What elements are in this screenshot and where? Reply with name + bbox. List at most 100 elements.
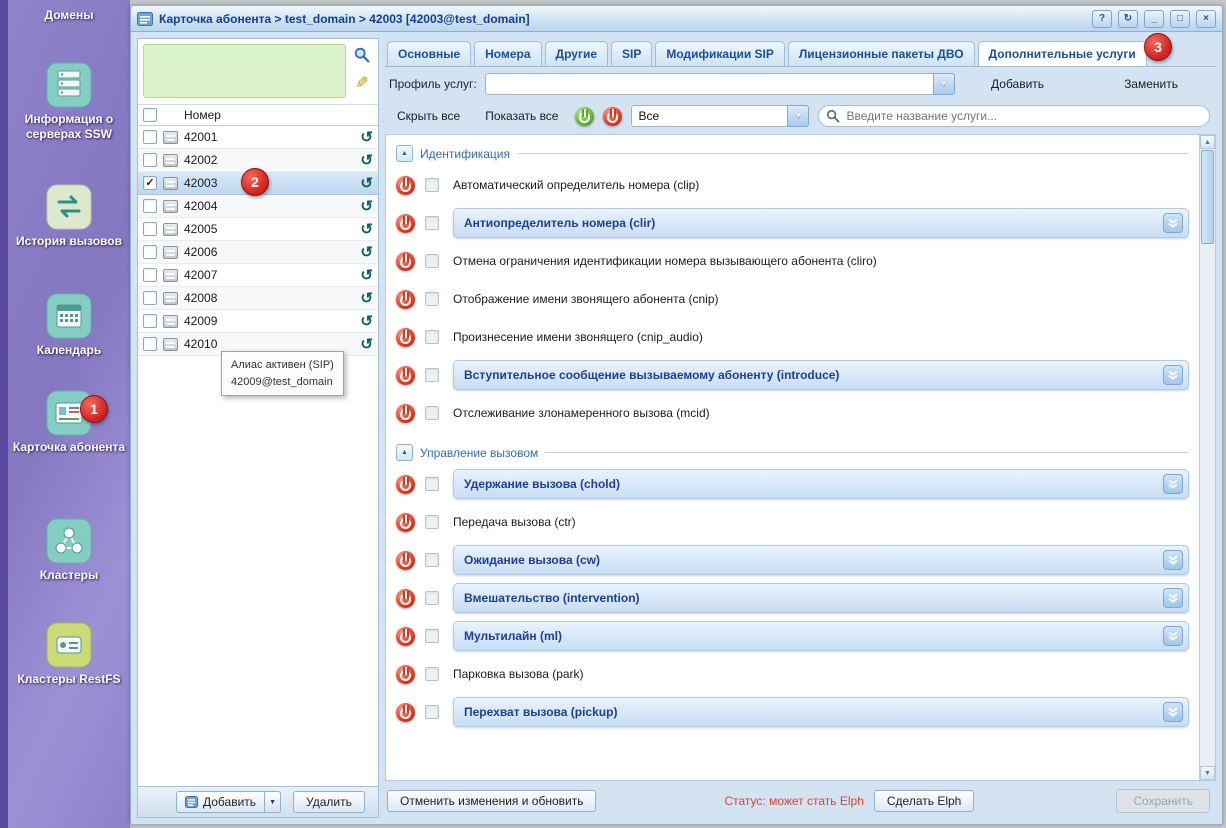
service-power-icon[interactable] xyxy=(396,475,415,494)
profile-replace-button[interactable]: Заменить xyxy=(1116,74,1186,94)
collapse-group-icon[interactable]: ▲ xyxy=(396,444,413,461)
service-checkbox[interactable] xyxy=(425,629,439,643)
profile-dropdown-arrow[interactable]: ▼ xyxy=(933,73,955,95)
minimize-button[interactable]: _ xyxy=(1144,10,1164,28)
cancel-refresh-button[interactable]: Отменить изменения и обновить xyxy=(387,790,596,812)
collapse-group-icon[interactable]: ▲ xyxy=(396,145,413,162)
service-checkbox[interactable] xyxy=(425,216,439,230)
show-all-button[interactable]: Показать все xyxy=(477,106,566,126)
service-checkbox[interactable] xyxy=(425,178,439,192)
service-panel[interactable]: Удержание вызова (chold) xyxy=(453,469,1189,499)
subscriber-row[interactable]: 42001 ↺ xyxy=(138,126,378,149)
sidebar-item-call-history[interactable]: История вызовов xyxy=(8,184,130,249)
scrollbar-thumb[interactable] xyxy=(1201,150,1214,244)
history-icon[interactable]: ↺ xyxy=(360,268,373,283)
service-power-icon[interactable] xyxy=(396,290,415,309)
service-checkbox[interactable] xyxy=(425,515,439,529)
hide-all-button[interactable]: Скрыть все xyxy=(389,106,468,126)
service-checkbox[interactable] xyxy=(425,254,439,268)
history-icon[interactable]: ↺ xyxy=(360,130,373,145)
expand-chevron-icon[interactable] xyxy=(1163,213,1183,233)
expand-chevron-icon[interactable] xyxy=(1163,702,1183,722)
profile-select-input[interactable] xyxy=(485,73,933,95)
row-checkbox[interactable] xyxy=(143,337,157,351)
service-panel[interactable]: Перехват вызова (pickup) xyxy=(453,697,1189,727)
service-panel[interactable]: Мультилайн (ml) xyxy=(453,621,1189,651)
service-checkbox[interactable] xyxy=(425,705,439,719)
services-scrollbar[interactable]: ▲ ▼ xyxy=(1200,134,1216,781)
service-power-icon[interactable] xyxy=(396,252,415,271)
add-dropdown-arrow[interactable]: ▼ xyxy=(265,791,281,813)
row-checkbox[interactable] xyxy=(143,268,157,282)
history-icon[interactable]: ↺ xyxy=(360,245,373,260)
sidebar-item-clusters[interactable]: Кластеры xyxy=(8,518,130,583)
tab-additional-services[interactable]: Дополнительные услуги xyxy=(978,41,1147,66)
subscriber-row[interactable]: 42005 ↺ xyxy=(138,218,378,241)
close-button[interactable]: × xyxy=(1196,10,1216,28)
service-checkbox[interactable] xyxy=(425,406,439,420)
tab-numbers[interactable]: Номера xyxy=(474,41,541,66)
services-filter-select[interactable]: Все ▼ xyxy=(631,105,809,127)
row-checkbox[interactable] xyxy=(143,291,157,305)
service-panel[interactable]: Вмешательство (intervention) xyxy=(453,583,1189,613)
service-power-icon[interactable] xyxy=(396,366,415,385)
row-checkbox[interactable] xyxy=(143,153,157,167)
subscriber-row[interactable]: 42009 ↺ xyxy=(138,310,378,333)
sidebar-item-ssw-servers[interactable]: Информация о серверах SSW xyxy=(8,62,130,142)
profile-add-button[interactable]: Добавить xyxy=(983,74,1052,94)
tab-other[interactable]: Другие xyxy=(545,41,608,66)
expand-chevron-icon[interactable] xyxy=(1163,365,1183,385)
help-button[interactable]: ? xyxy=(1092,10,1112,28)
service-power-icon[interactable] xyxy=(396,404,415,423)
row-checkbox[interactable] xyxy=(143,222,157,236)
sidebar-item-domains[interactable]: Домены xyxy=(8,8,130,23)
sidebar-item-calendar[interactable]: Календарь xyxy=(8,293,130,358)
service-panel[interactable]: Вступительное сообщение вызываемому абон… xyxy=(453,360,1189,390)
history-icon[interactable]: ↺ xyxy=(360,153,373,168)
sidebar-item-clusters-restfs[interactable]: Кластеры RestFS xyxy=(8,622,130,687)
tab-sip-modifications[interactable]: Модификации SIP xyxy=(655,41,785,66)
refresh-button[interactable]: ↻ xyxy=(1118,10,1138,28)
service-power-icon[interactable] xyxy=(396,589,415,608)
expand-chevron-icon[interactable] xyxy=(1163,550,1183,570)
service-power-icon[interactable] xyxy=(396,214,415,233)
subscriber-row[interactable]: 42004 ↺ xyxy=(138,195,378,218)
history-icon[interactable]: ↺ xyxy=(360,176,373,191)
service-power-icon[interactable] xyxy=(396,665,415,684)
enable-all-power-icon[interactable] xyxy=(575,107,594,126)
subscriber-row[interactable]: 42008 ↺ xyxy=(138,287,378,310)
service-search-input[interactable] xyxy=(818,105,1210,127)
select-all-checkbox[interactable] xyxy=(143,108,157,122)
row-checkbox[interactable] xyxy=(143,245,157,259)
row-checkbox[interactable] xyxy=(143,199,157,213)
tab-license-packages[interactable]: Лицензионные пакеты ДВО xyxy=(788,41,975,66)
disable-all-power-icon[interactable] xyxy=(603,107,622,126)
history-icon[interactable]: ↺ xyxy=(360,199,373,214)
service-power-icon[interactable] xyxy=(396,551,415,570)
search-button[interactable] xyxy=(351,44,373,66)
subscriber-row[interactable]: 42007 ↺ xyxy=(138,264,378,287)
history-icon[interactable]: ↺ xyxy=(360,337,373,352)
scroll-down-icon[interactable]: ▼ xyxy=(1200,766,1215,780)
service-power-icon[interactable] xyxy=(396,513,415,532)
service-panel[interactable]: Антиопределитель номера (clir) xyxy=(453,208,1189,238)
row-checkbox[interactable] xyxy=(143,314,157,328)
add-subscriber-button[interactable]: Добавить xyxy=(176,791,265,813)
tab-main[interactable]: Основные xyxy=(387,41,471,66)
service-power-icon[interactable] xyxy=(396,328,415,347)
service-power-icon[interactable] xyxy=(396,176,415,195)
save-button[interactable]: Сохранить xyxy=(1116,789,1210,813)
filter-dropdown-arrow[interactable]: ▼ xyxy=(787,105,809,127)
row-checkbox[interactable] xyxy=(143,130,157,144)
service-panel[interactable]: Ожидание вызова (cw) xyxy=(453,545,1189,575)
service-power-icon[interactable] xyxy=(396,703,415,722)
service-checkbox[interactable] xyxy=(425,553,439,567)
edit-pencil-icon[interactable]: ✎ xyxy=(351,72,373,94)
service-checkbox[interactable] xyxy=(425,667,439,681)
expand-chevron-icon[interactable] xyxy=(1163,626,1183,646)
service-checkbox[interactable] xyxy=(425,591,439,605)
tab-sip[interactable]: SIP xyxy=(611,41,652,66)
history-icon[interactable]: ↺ xyxy=(360,291,373,306)
delete-subscriber-button[interactable]: Удалить xyxy=(293,791,365,813)
service-checkbox[interactable] xyxy=(425,292,439,306)
